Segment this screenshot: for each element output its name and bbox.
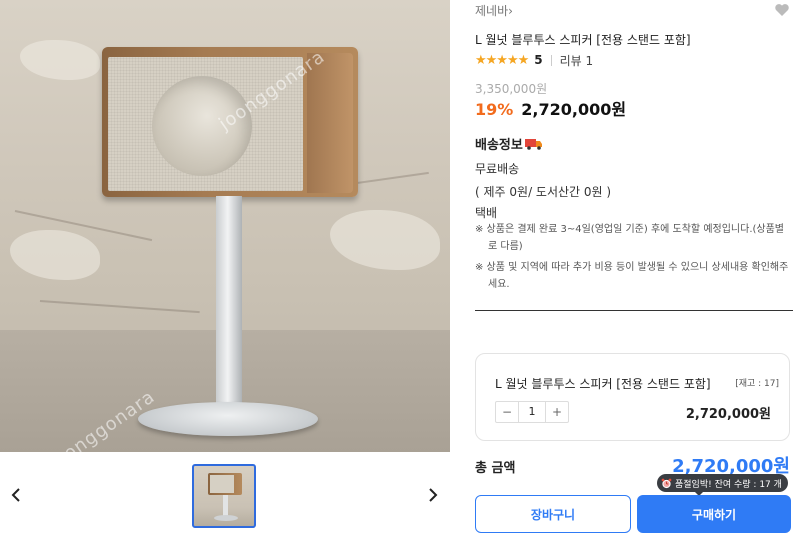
- quantity-increase-button[interactable]: +: [546, 402, 568, 422]
- wall-texture: [330, 210, 440, 270]
- speaker-stand-base: [138, 402, 318, 436]
- divider: [550, 54, 552, 66]
- quantity-input[interactable]: 1: [518, 402, 546, 422]
- sale-price: 2,720,000원: [521, 100, 627, 119]
- shipping-info-title: 배송정보: [475, 134, 543, 153]
- heart-icon[interactable]: [774, 3, 790, 17]
- shipping-title-text: 배송정보: [475, 138, 523, 153]
- buy-now-button[interactable]: 구매하기: [637, 495, 791, 533]
- discount-rate: 19%: [475, 100, 514, 119]
- rating-row: ★★★★★ 5 리뷰 1: [475, 52, 593, 68]
- original-price: 3,350,000원: [475, 82, 548, 96]
- wall-crack: [39, 300, 200, 314]
- option-name: L 월넛 블루투스 스피커 [전용 스탠드 포함]: [495, 377, 711, 391]
- quantity-decrease-button[interactable]: −: [496, 402, 518, 422]
- shipping-note: ※ 상품은 결제 완료 3~4일(영업일 기준) 후에 도착할 예정입니다.(상…: [475, 224, 784, 252]
- speaker-stand-pole: [216, 196, 242, 410]
- gallery-prev-button[interactable]: [10, 487, 22, 503]
- chevron-right-icon: [429, 488, 438, 502]
- selected-option-box: L 월넛 블루투스 스피커 [전용 스탠드 포함] [재고 : 17] − 1 …: [475, 353, 790, 441]
- product-title: L 월넛 블루투스 스피커 [전용 스탠드 포함]: [475, 33, 691, 47]
- chevron-right-icon: ›: [508, 4, 513, 18]
- option-stock: [재고 : 17]: [735, 379, 779, 389]
- store-link[interactable]: 제네바›: [475, 2, 513, 19]
- tooltip-text: 품절임박! 잔여 수량 : 17 개: [675, 479, 782, 490]
- store-name: 제네바: [475, 4, 509, 18]
- wall-texture: [20, 40, 100, 80]
- shipping-method: 택배: [475, 206, 498, 220]
- product-info-panel: 제네바› L 월넛 블루투스 스피커 [전용 스탠드 포함] ★★★★★ 5 리…: [475, 0, 800, 534]
- chevron-left-icon: [11, 488, 20, 502]
- price-row: 19% 2,720,000원: [475, 96, 626, 120]
- total-label: 총 금액: [475, 461, 516, 476]
- section-divider: [475, 310, 793, 311]
- delivery-truck-icon: [524, 138, 542, 150]
- wall-texture: [10, 230, 100, 280]
- star-rating-icon: ★★★★★: [475, 52, 529, 68]
- gallery-next-button[interactable]: [427, 487, 439, 503]
- low-stock-tooltip: 품절임박! 잔여 수량 : 17 개: [657, 474, 788, 496]
- quantity-stepper: − 1 +: [495, 401, 569, 423]
- alarm-clock-icon: [661, 478, 672, 488]
- free-shipping-label: 무료배송: [475, 162, 520, 176]
- shipping-fee-detail: ( 제주 0원/ 도서산간 0원 ): [475, 185, 612, 199]
- thumbnail-1[interactable]: [192, 464, 256, 528]
- shipping-note: ※ 상품 및 지역에 따라 추가 비용 등이 발생될 수 있으니 상세내용 확인…: [475, 262, 789, 290]
- option-price: 2,720,000원: [685, 407, 771, 422]
- review-link[interactable]: 리뷰 1: [560, 52, 594, 69]
- rating-value: 5: [534, 53, 543, 67]
- product-main-image: joonggonara joonggonara: [0, 0, 450, 452]
- add-to-cart-button[interactable]: 장바구니: [475, 495, 631, 533]
